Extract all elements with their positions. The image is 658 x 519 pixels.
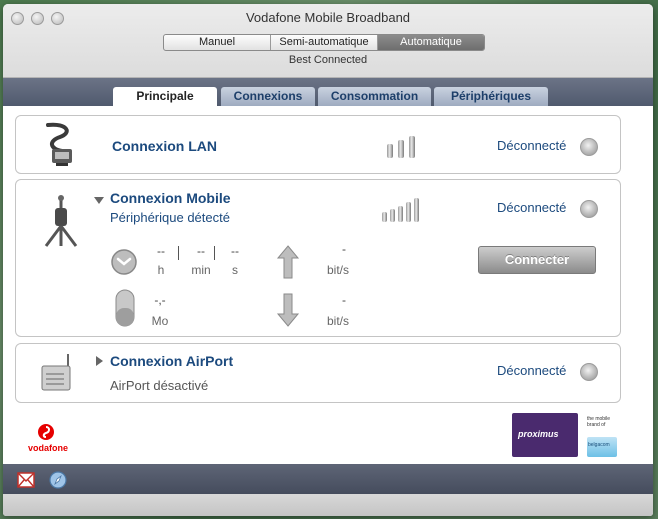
proximus-logo: proximus the mobile brand of belgacom bbox=[512, 413, 620, 459]
airport-card-icon bbox=[41, 354, 71, 391]
mobile-status: Déconnecté bbox=[497, 200, 567, 215]
lan-title: Connexion LAN bbox=[112, 138, 217, 154]
download-value: - bbox=[342, 293, 346, 307]
mobile-collapse-toggle[interactable] bbox=[94, 197, 104, 204]
app-window: Vodafone Mobile Broadband Manuel Semi-au… bbox=[3, 4, 653, 516]
lan-panel: Connexion LAN Déconnecté bbox=[15, 115, 621, 174]
footer-toolbar bbox=[3, 464, 653, 494]
upload-unit: bit/s bbox=[326, 263, 349, 277]
signal-bar bbox=[382, 212, 387, 222]
proximus-badge: proximus bbox=[512, 413, 578, 457]
duration-unit-h: h bbox=[157, 263, 165, 277]
airport-panel: Connexion AirPort AirPort désactivé Déco… bbox=[15, 343, 621, 403]
mode-manuel[interactable]: Manuel bbox=[164, 35, 271, 50]
tab-peripheriques[interactable]: Périphériques bbox=[434, 87, 548, 106]
signal-bar bbox=[398, 140, 404, 158]
belgacom-badge: belgacom bbox=[587, 437, 617, 457]
lan-status-indicator bbox=[580, 138, 598, 156]
mobile-panel: Connexion Mobile Périphérique détecté Dé… bbox=[15, 179, 621, 337]
mode-segmented-control: Manuel Semi-automatique Automatique bbox=[163, 34, 485, 51]
sim-card-icon bbox=[115, 289, 135, 327]
belgacom-wordmark: belgacom bbox=[588, 442, 610, 448]
mail-icon[interactable] bbox=[17, 472, 35, 488]
data-usage-value: -,- bbox=[154, 293, 166, 307]
upload-value: - bbox=[342, 242, 346, 256]
download-unit: bit/s bbox=[326, 314, 349, 328]
download-arrow-icon bbox=[276, 293, 300, 327]
signal-bar bbox=[406, 202, 411, 222]
ethernet-cable-icon bbox=[46, 122, 72, 166]
safari-icon[interactable] bbox=[49, 471, 67, 489]
mode-semi-automatique[interactable]: Semi-automatique bbox=[271, 35, 378, 50]
duration-minutes: -- bbox=[197, 244, 205, 258]
signal-bar bbox=[390, 209, 395, 222]
mobile-title: Connexion Mobile bbox=[110, 190, 231, 206]
lan-signal-meter bbox=[387, 134, 427, 158]
airport-subtitle: AirPort désactivé bbox=[110, 378, 209, 393]
title-bar: Vodafone Mobile Broadband Manuel Semi-au… bbox=[3, 4, 653, 78]
vodafone-wordmark: vodafone bbox=[28, 443, 69, 453]
window-title: Vodafone Mobile Broadband bbox=[245, 10, 411, 25]
proximus-tagline: the mobile brand of bbox=[587, 416, 611, 428]
signal-bar bbox=[398, 206, 403, 222]
tab-connexions[interactable]: Connexions bbox=[221, 87, 315, 106]
duration-separator bbox=[214, 246, 215, 260]
mobile-signal-meter bbox=[382, 196, 428, 222]
signal-bar bbox=[414, 198, 419, 222]
airport-status: Déconnecté bbox=[497, 363, 567, 378]
duration-seconds: -- bbox=[231, 244, 239, 258]
mobile-status-indicator bbox=[580, 200, 598, 218]
modem-antenna-icon bbox=[44, 195, 78, 247]
airport-status-indicator bbox=[580, 363, 598, 381]
data-usage-unit: Mo bbox=[151, 314, 169, 328]
connect-button[interactable]: Connecter bbox=[478, 246, 596, 274]
airport-title: Connexion AirPort bbox=[110, 353, 234, 369]
vodafone-logo bbox=[38, 424, 54, 440]
airport-expand-toggle[interactable] bbox=[96, 356, 103, 366]
tab-consommation[interactable]: Consommation bbox=[318, 87, 431, 106]
status-bar bbox=[3, 494, 653, 516]
duration-separator bbox=[178, 246, 179, 260]
mobile-subtitle: Périphérique détecté bbox=[110, 210, 230, 225]
lan-status: Déconnecté bbox=[497, 138, 567, 153]
signal-bar bbox=[387, 144, 393, 158]
mode-status: Best Connected bbox=[288, 54, 368, 66]
tab-principale[interactable]: Principale bbox=[113, 87, 217, 106]
duration-unit-min: min bbox=[191, 263, 211, 277]
duration-hours: -- bbox=[157, 244, 165, 258]
upload-arrow-icon bbox=[276, 245, 300, 279]
clock-icon bbox=[111, 249, 137, 275]
mode-automatique[interactable]: Automatique bbox=[378, 35, 484, 50]
duration-unit-s: s bbox=[232, 263, 238, 277]
tab-bar: Principale Connexions Consommation Périp… bbox=[3, 78, 653, 106]
proximus-wordmark: proximus bbox=[518, 429, 559, 439]
signal-bar bbox=[409, 136, 415, 158]
